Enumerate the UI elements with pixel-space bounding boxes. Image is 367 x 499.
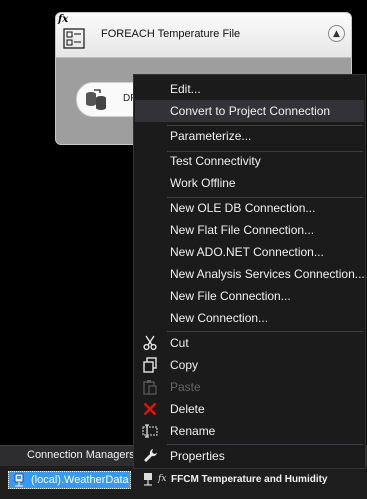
scissors-icon — [143, 335, 157, 351]
menu-item-properties[interactable]: Properties — [135, 445, 364, 467]
menu-item-label: New OLE DB Connection... — [170, 201, 316, 215]
menu-item-label: Paste — [170, 380, 201, 394]
menu-item-new-flat-file-connection[interactable]: New Flat File Connection... — [135, 219, 364, 241]
menu-item-cut[interactable]: Cut — [135, 332, 364, 354]
menu-item-label: New Analysis Services Connection... — [170, 267, 365, 281]
menu-item-parameterize[interactable]: Parameterize... — [135, 125, 364, 147]
menu-item-new-oledb-connection[interactable]: New OLE DB Connection... — [135, 197, 364, 219]
menu-item-label: Convert to Project Connection — [170, 104, 331, 118]
menu-item-label: Work Offline — [170, 176, 236, 190]
database-connection-icon — [14, 473, 24, 487]
wrench-icon — [144, 449, 157, 462]
menu-item-work-offline[interactable]: Work Offline — [135, 172, 364, 194]
menu-item-rename[interactable]: Rename — [135, 420, 364, 442]
flat-file-connection-icon — [144, 473, 152, 486]
menu-item-convert-to-project-connection[interactable]: Convert to Project Connection — [135, 100, 364, 122]
data-flow-icon — [86, 89, 106, 110]
menu-item-label: New Flat File Connection... — [170, 223, 315, 237]
menu-item-paste[interactable]: Paste — [135, 376, 364, 398]
menu-item-copy[interactable]: Copy — [135, 354, 364, 376]
container-title: FOREACH Temperature File — [101, 28, 241, 40]
menu-item-label: Rename — [170, 424, 216, 438]
menu-item-new-adonet-connection[interactable]: New ADO.NET Connection... — [135, 241, 364, 263]
menu-item-edit[interactable]: Edit... — [135, 78, 364, 100]
fx-badge: fx — [158, 474, 167, 484]
menu-item-label: Cut — [170, 336, 189, 350]
menu-item-label: Copy — [170, 358, 199, 372]
delete-x-icon — [143, 402, 157, 416]
connection-item-local-weatherdata[interactable]: (local).WeatherData — [8, 471, 131, 489]
menu-item-label: New ADO.NET Connection... — [170, 245, 324, 259]
connection-managers-panel: (local).WeatherData fx FFCM Temperature … — [0, 466, 367, 499]
menu-item-new-analysis-services-connection[interactable]: New Analysis Services Connection... — [135, 263, 365, 285]
foreach-container-header[interactable]: fx FOREACH Temperature File ▲ — [56, 13, 351, 58]
menu-item-label: Properties — [170, 449, 225, 463]
menu-item-new-file-connection[interactable]: New File Connection... — [135, 285, 364, 307]
menu-item-label: New Connection... — [170, 311, 269, 325]
copy-icon — [143, 357, 157, 373]
menu-item-label: Delete — [170, 402, 205, 416]
connection-label: FFCM Temperature and Humidity — [171, 474, 328, 485]
menu-item-label: Test Connectivity — [170, 154, 261, 168]
menu-item-label: New File Connection... — [170, 289, 291, 303]
rename-icon — [142, 424, 158, 438]
menu-item-test-connectivity[interactable]: Test Connectivity — [135, 150, 364, 172]
context-menu: Edit... Convert to Project Connection Pa… — [133, 74, 366, 469]
menu-item-label: Edit... — [170, 82, 201, 96]
connection-label: (local).WeatherData — [31, 474, 129, 486]
tab-connection-managers[interactable]: Connection Managers — [27, 449, 135, 461]
menu-item-delete[interactable]: Delete — [135, 398, 364, 420]
paste-icon — [143, 380, 157, 395]
menu-item-label: Parameterize... — [170, 129, 252, 143]
menu-item-new-connection[interactable]: New Connection... — [135, 307, 364, 329]
chevron-up-icon[interactable]: ▲ — [328, 25, 345, 42]
foreach-loop-icon — [63, 28, 85, 49]
